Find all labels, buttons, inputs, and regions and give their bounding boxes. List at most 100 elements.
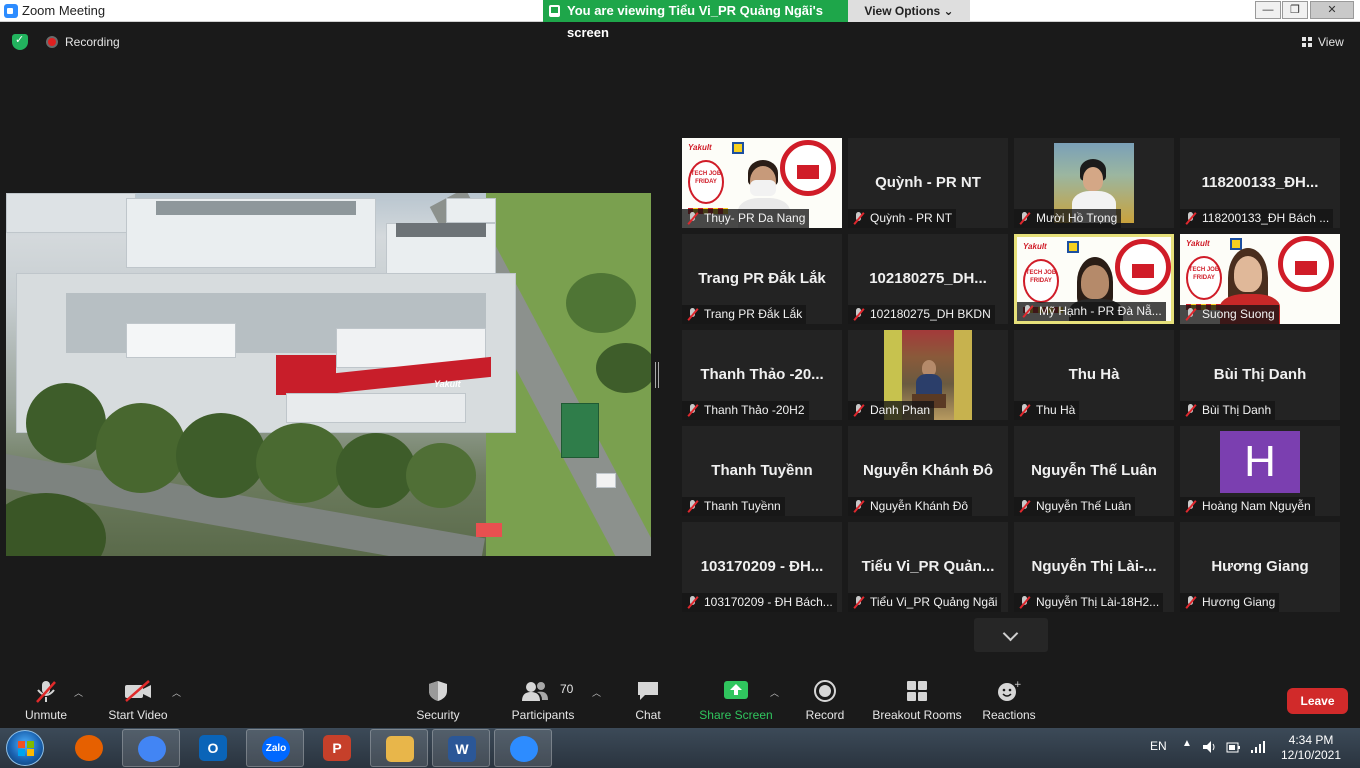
taskbar-zalo-button[interactable]: Zalo [246,729,304,767]
audio-options-caret-icon[interactable]: ︿ [74,686,83,699]
clock-date: 12/10/2021 [1280,748,1342,762]
truck [596,473,616,488]
shared-screen-view[interactable]: Yakult [6,193,651,556]
participant-display-name: Nguyễn Thế Luân [1031,462,1157,479]
reactions-button[interactable]: + Reactions [980,672,1038,728]
person-face [1234,256,1262,292]
zalo-icon: Zalo [262,736,290,762]
yakult-logo: Yakult [1186,239,1210,248]
start-video-button[interactable]: Start Video [104,672,172,728]
taskbar-chrome-button[interactable] [122,729,180,767]
tech-job-friday-badge: TECH JOB FRIDAY [1023,259,1059,303]
start-video-label: Start Video [108,708,168,722]
participant-tile[interactable]: Quỳnh - PR NT Quỳnh - PR NT [848,138,1008,228]
participant-tile[interactable]: Nguyễn Thị Lài-... Nguyễn Thị Lài-18H2..… [1014,522,1174,612]
participant-tile[interactable]: 118200133_ĐH... 118200133_ĐH Bách ... [1180,138,1340,228]
participant-tile[interactable]: Hương Giang Hương Giang [1180,522,1340,612]
show-hidden-icons-caret-icon[interactable]: ▲ [1182,738,1192,768]
mic-muted-icon [1022,305,1034,318]
taskbar-file-explorer-button[interactable] [370,729,428,767]
power-battery-icon[interactable] [1225,740,1241,768]
building-back-roof [156,201,356,215]
mic-muted-icon [687,308,699,321]
chrome-icon [138,736,166,762]
participant-name: 102180275_DH BKDN [870,307,991,321]
participant-tile[interactable]: Mười Hồ Trọng [1014,138,1174,228]
participant-tile[interactable]: Yakult TECH JOB FRIDAY Mỹ Hạnh - PR Đà N… [1014,234,1174,324]
mic-muted-icon [853,596,865,609]
participant-tile[interactable]: Thanh Thảo -20... Thanh Thảo -20H2 [682,330,842,420]
partner-logo [1067,241,1079,253]
next-page-chevron-down-icon[interactable] [974,618,1048,652]
volume-icon[interactable] [1202,740,1216,768]
participant-name-bar: 118200133_ĐH Bách ... [1180,209,1334,228]
participant-tile[interactable]: H Hoàng Nam Nguyễn [1180,426,1340,516]
participant-display-name: Nguyễn Thị Lài-... [1031,558,1157,575]
title-bar: Zoom Meeting You are viewing Tiểu Vi_PR … [0,0,1360,40]
record-button[interactable]: Record [800,672,850,728]
view-layout-button[interactable]: View [1294,32,1352,52]
participant-tile[interactable]: Thanh Tuyềnn Thanh Tuyềnn [682,426,842,516]
participants-button[interactable]: 70 Participants [508,672,578,728]
participant-tile[interactable]: Thu Hà Thu Hà [1014,330,1174,420]
participants-icon [522,682,548,701]
recording-dot-icon [46,36,58,48]
taskbar-outlook-button[interactable]: O [184,729,242,767]
share-options-caret-icon[interactable]: ︿ [770,686,779,699]
unmute-button[interactable]: Unmute [14,672,78,728]
participants-options-caret-icon[interactable]: ︿ [592,686,601,699]
tree-cluster-8 [566,273,636,333]
participant-name: Bùi Thị Danh [1202,403,1272,417]
security-button[interactable]: Security [410,672,466,728]
participants-count: 70 [560,682,574,696]
encryption-shield-icon[interactable] [12,33,28,50]
participant-tile[interactable]: Nguyễn Khánh Đô Nguyễn Khánh Đô [848,426,1008,516]
start-button-windows-icon[interactable] [6,730,44,766]
participant-display-name: Nguyễn Khánh Đô [863,462,993,479]
network-signal-icon[interactable] [1250,740,1266,768]
split-view-handle[interactable] [655,362,659,388]
taskbar-firefox-button[interactable] [60,729,118,767]
participant-tile[interactable]: Nguyễn Thế Luân Nguyễn Thế Luân [1014,426,1174,516]
yakult-sign: Yakult [434,379,461,389]
participant-name: Thu Hà [1036,403,1076,417]
system-clock[interactable]: 4:34 PM 12/10/2021 [1276,733,1346,763]
share-screen-button[interactable]: Share Screen [698,672,774,728]
participant-tile[interactable]: Tiểu Vi_PR Quản... Tiểu Vi_PR Quảng Ngãi [848,522,1008,612]
mic-muted-icon [1019,404,1031,417]
chat-bubble-icon [638,682,658,700]
breakout-rooms-button[interactable]: Breakout Rooms [870,672,964,728]
participant-tile[interactable]: Yakult TECH JOB FRIDAY Suong Suong [1180,234,1340,324]
taskbar-word-button[interactable]: W [432,729,490,767]
participant-name-bar: Thu Hà [1014,401,1080,420]
breakout-rooms-icon [907,681,927,701]
participant-name-bar: Trang PR Đắk Lắk [682,305,807,324]
chat-button[interactable]: Chat [624,672,672,728]
record-icon [814,680,836,702]
participant-tile[interactable]: Danh Phan [848,330,1008,420]
participant-tile[interactable]: 102180275_DH... 102180275_DH BKDN [848,234,1008,324]
leave-meeting-button[interactable]: Leave [1287,688,1348,714]
participant-tile[interactable]: Bùi Thị Danh Bùi Thị Danh [1180,330,1340,420]
taskbar-powerpoint-button[interactable]: P [308,729,366,767]
participant-tile[interactable]: 103170209 - ĐH... 103170209 - ĐH Bách... [682,522,842,612]
participant-name: Nguyễn Thế Luân [1036,499,1132,513]
security-shield-icon [429,681,447,701]
meeting-toolbar: Unmute ︿ Start Video ︿ Security 70 Parti… [0,672,1360,728]
view-options-button[interactable]: View Options ⌄ [848,0,970,22]
mic-muted-icon [853,308,865,321]
video-options-caret-icon[interactable]: ︿ [172,686,181,699]
participant-display-name: Bùi Thị Danh [1213,366,1307,383]
participant-tile[interactable]: Trang PR Đắk Lắk Trang PR Đắk Lắk [682,234,842,324]
meeting-status-row: Recording View [0,30,1360,54]
participant-tile[interactable]: Yakult TECH JOB FRIDAY Thụy- PR Da Nang [682,138,842,228]
tree-cluster-1 [26,383,106,463]
participant-name: Thụy- PR Da Nang [704,211,806,225]
restore-button[interactable]: ❐ [1282,1,1308,19]
mic-muted-icon [687,212,699,225]
taskbar-zoom-button[interactable] [494,729,552,767]
zoom-window: Zoom Meeting You are viewing Tiểu Vi_PR … [0,0,1360,768]
minimize-button[interactable]: — [1255,1,1281,19]
language-indicator[interactable]: EN [1150,739,1167,768]
close-button[interactable]: ✕ [1310,1,1354,19]
